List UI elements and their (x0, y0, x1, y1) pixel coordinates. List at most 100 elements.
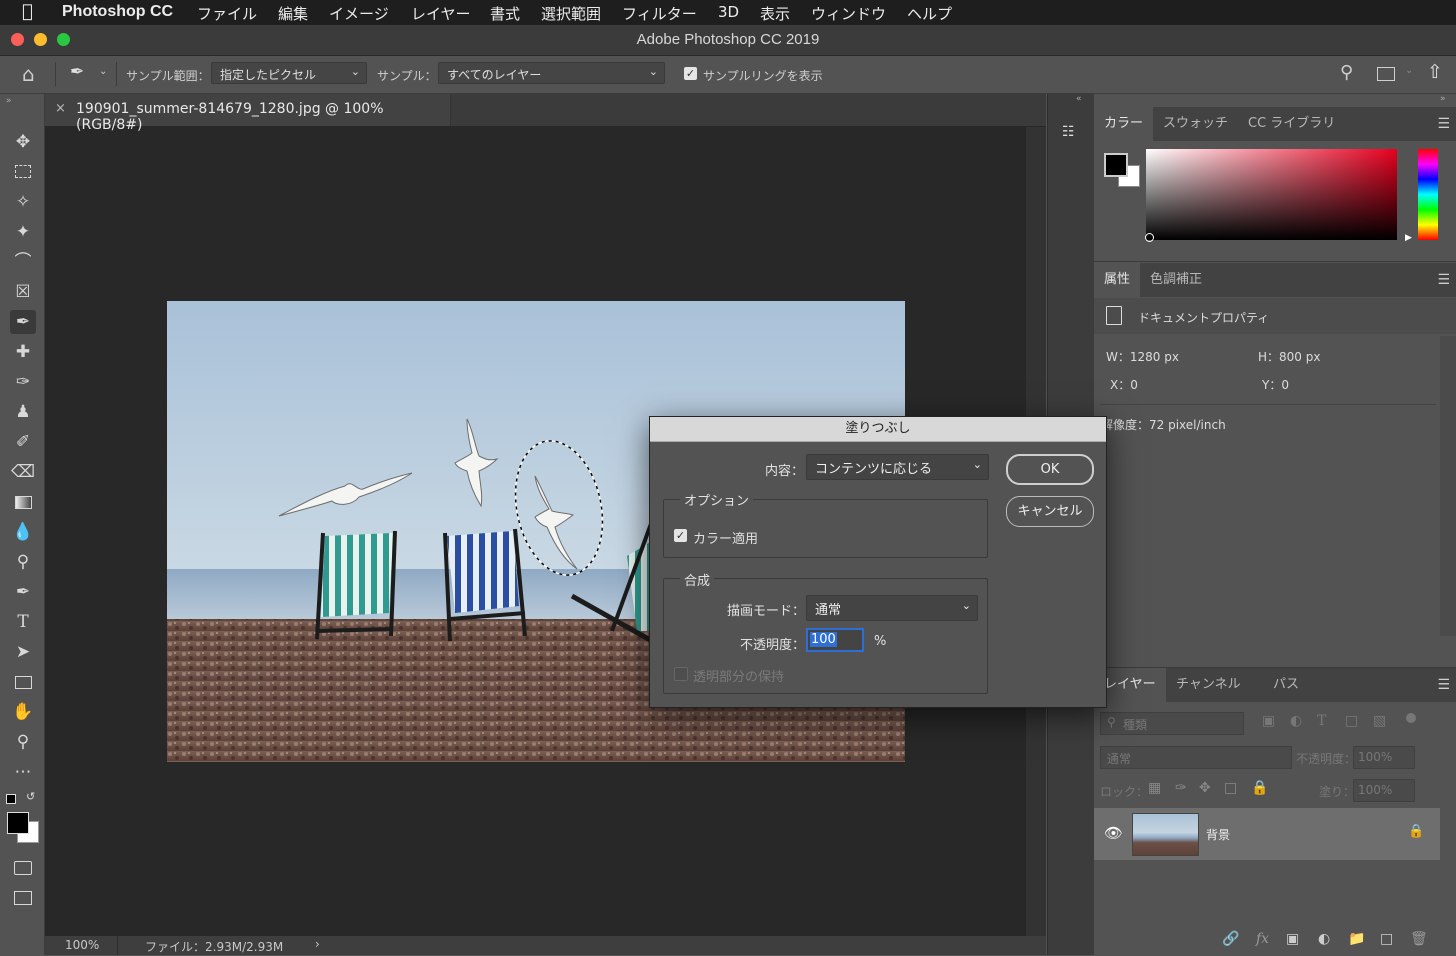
path-selection-tool-icon[interactable]: ➤ (10, 640, 36, 664)
cancel-button[interactable]: キャンセル (1006, 496, 1094, 527)
panel-menu-icon[interactable]: ☰ (1437, 116, 1450, 132)
menu-layer[interactable]: レイヤー (411, 3, 471, 24)
history-icon[interactable]: ☷ (1062, 124, 1080, 146)
crop-tool-icon[interactable]: ⌒ (10, 250, 36, 274)
zoom-tool-icon[interactable]: ⚲ (10, 730, 36, 754)
width-value[interactable]: W：1280 px (1106, 348, 1179, 365)
magic-wand-tool-icon[interactable]: ✦ (10, 220, 36, 244)
menu-select[interactable]: 選択範囲 (541, 3, 601, 24)
tab-properties[interactable]: 属性 (1094, 263, 1141, 297)
marquee-tool-icon[interactable] (10, 160, 36, 184)
opacity-input[interactable]: 100 (806, 628, 864, 652)
lock-image-icon[interactable]: ✑ (1175, 780, 1187, 796)
move-tool-icon[interactable]: ✥ (10, 130, 36, 154)
quick-mask-icon[interactable] (10, 856, 36, 880)
ok-button[interactable]: OK (1006, 454, 1094, 485)
filter-shape-icon[interactable]: □ (1345, 713, 1358, 729)
gradient-tool-icon[interactable] (10, 490, 36, 514)
x-value[interactable]: X：0 (1110, 376, 1138, 393)
eyedropper-preset-icon[interactable]: ✒ (70, 62, 84, 82)
share-icon[interactable]: ⇧ (1427, 61, 1443, 83)
visibility-eye-icon[interactable]: 👁 (1104, 824, 1123, 842)
layer-name[interactable]: 背景 (1206, 826, 1230, 843)
close-tab-icon[interactable]: × (55, 101, 66, 116)
tab-paths[interactable]: パス (1263, 668, 1309, 702)
chevron-down-icon[interactable]: ⌄ (99, 66, 107, 77)
rectangle-tool-icon[interactable] (10, 670, 36, 694)
brush-tool-icon[interactable]: ✑ (10, 370, 36, 394)
color-adaptation-checkbox[interactable]: ✓ (674, 529, 687, 542)
lock-all-icon[interactable]: 🔒 (1251, 780, 1268, 796)
menu-3d[interactable]: 3D (718, 3, 739, 21)
menu-edit[interactable]: 編集 (278, 3, 308, 24)
add-mask-icon[interactable]: ▣ (1286, 931, 1299, 947)
stamp-tool-icon[interactable]: ♟ (10, 400, 36, 424)
apple-icon[interactable]:  (22, 1, 33, 22)
default-colors-icon[interactable] (6, 794, 16, 804)
lasso-tool-icon[interactable]: ✧ (10, 190, 36, 214)
document-tab[interactable]: × 190901_summer-814679_1280.jpg @ 100% (… (45, 94, 451, 133)
screen-mode-icon[interactable] (10, 886, 36, 910)
menu-window[interactable]: ウィンドウ (811, 3, 886, 24)
blend-mode-dropdown[interactable]: 通常 (1100, 746, 1292, 769)
new-group-icon[interactable]: 📁 (1348, 931, 1365, 947)
filter-adjustment-icon[interactable]: ◐ (1290, 713, 1302, 729)
menu-file[interactable]: ファイル (197, 3, 257, 24)
filter-toggle-icon[interactable] (1406, 713, 1416, 723)
color-picker-cursor[interactable] (1145, 233, 1154, 242)
home-icon[interactable]: ⌂ (22, 62, 35, 86)
properties-scrollbar[interactable] (1440, 336, 1456, 636)
search-icon[interactable]: ⚲ (1340, 62, 1353, 83)
chevron-down-icon[interactable]: ⌄ (1405, 65, 1413, 76)
preserve-transparency-checkbox[interactable] (674, 667, 688, 681)
y-value[interactable]: Y：0 (1262, 376, 1289, 393)
tab-color[interactable]: カラー (1094, 107, 1154, 141)
workspace-icon[interactable] (1377, 67, 1395, 81)
tab-adjustments[interactable]: 色調補正 (1140, 263, 1212, 297)
menu-view[interactable]: 表示 (760, 3, 790, 24)
menu-help[interactable]: ヘルプ (907, 3, 952, 24)
type-tool-icon[interactable]: T (10, 610, 36, 634)
menu-filter[interactable]: フィルター (622, 3, 697, 24)
delete-layer-icon[interactable]: 🗑 (1410, 931, 1428, 947)
eyedropper-tool-icon[interactable]: ✒ (10, 310, 36, 334)
pen-tool-icon[interactable]: ✒ (10, 580, 36, 604)
fill-field[interactable]: 100% (1353, 779, 1415, 802)
link-layers-icon[interactable]: 🔗 (1222, 931, 1239, 947)
expand-icon[interactable]: « (1076, 94, 1082, 104)
panel-menu-icon[interactable]: ☰ (1437, 677, 1450, 693)
filter-pixel-icon[interactable]: ▣ (1262, 713, 1275, 729)
panel-menu-icon[interactable]: ☰ (1437, 272, 1450, 288)
more-tools-icon[interactable]: ⋯ (10, 760, 36, 784)
chevron-right-icon[interactable]: › (315, 937, 320, 951)
contents-dropdown[interactable]: コンテンツに応じる ⌄ (806, 454, 989, 480)
hue-slider[interactable] (1418, 149, 1438, 240)
tab-swatches[interactable]: スウォッチ (1153, 107, 1238, 141)
tab-channels[interactable]: チャンネル (1166, 668, 1251, 702)
color-field[interactable] (1146, 149, 1397, 240)
filter-type-icon[interactable]: T (1317, 713, 1326, 729)
new-layer-icon[interactable]: □ (1380, 931, 1393, 947)
sample-dropdown[interactable]: すべてのレイヤー ⌄ (438, 62, 665, 84)
layer-opacity-field[interactable]: 100% (1353, 746, 1415, 769)
eraser-tool-icon[interactable]: ⌫ (10, 460, 36, 484)
tab-cc-libraries[interactable]: CC ライブラリ (1238, 107, 1345, 141)
lock-position-icon[interactable]: ✥ (1199, 780, 1211, 796)
hue-slider-handle[interactable]: ▶ (1405, 233, 1412, 243)
lock-artboard-icon[interactable]: □ (1224, 780, 1237, 796)
blur-tool-icon[interactable]: 💧 (10, 520, 36, 544)
layer-style-icon[interactable]: fx (1256, 931, 1269, 947)
healing-brush-tool-icon[interactable]: ✚ (10, 340, 36, 364)
foreground-color-swatch[interactable] (7, 812, 29, 834)
adjustment-layer-icon[interactable]: ◐ (1318, 931, 1330, 947)
zoom-level[interactable]: 100% (65, 938, 99, 952)
frame-tool-icon[interactable]: ☒ (10, 280, 36, 304)
menu-type[interactable]: 書式 (490, 3, 520, 24)
lock-transparent-icon[interactable]: ▦ (1148, 780, 1161, 796)
menu-image[interactable]: イメージ (329, 3, 389, 24)
height-value[interactable]: H：800 px (1258, 348, 1320, 365)
sample-range-dropdown[interactable]: 指定したピクセル ⌄ (211, 62, 367, 84)
dodge-tool-icon[interactable]: ⚲ (10, 550, 36, 574)
filter-smart-object-icon[interactable]: ▧ (1373, 713, 1386, 729)
layer-filter-dropdown[interactable]: ⚲ 種類 (1100, 712, 1244, 735)
